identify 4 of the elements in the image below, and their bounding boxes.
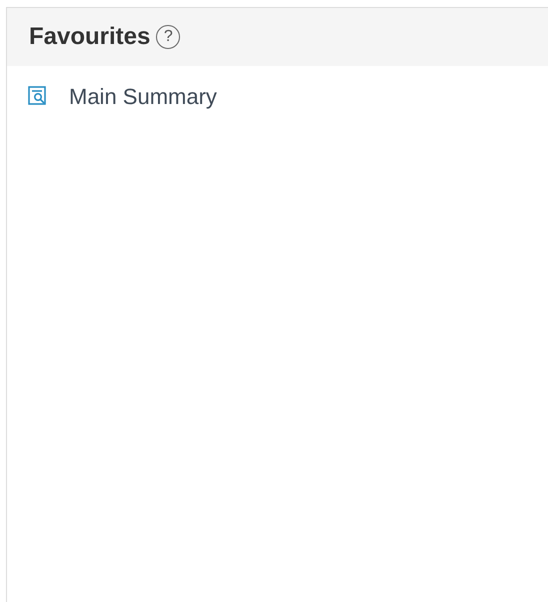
help-icon[interactable]: ? bbox=[156, 25, 180, 49]
report-search-icon[interactable] bbox=[27, 85, 49, 107]
favourite-item[interactable]: Main Summary bbox=[69, 80, 217, 112]
panel-title: Favourites bbox=[29, 22, 150, 52]
